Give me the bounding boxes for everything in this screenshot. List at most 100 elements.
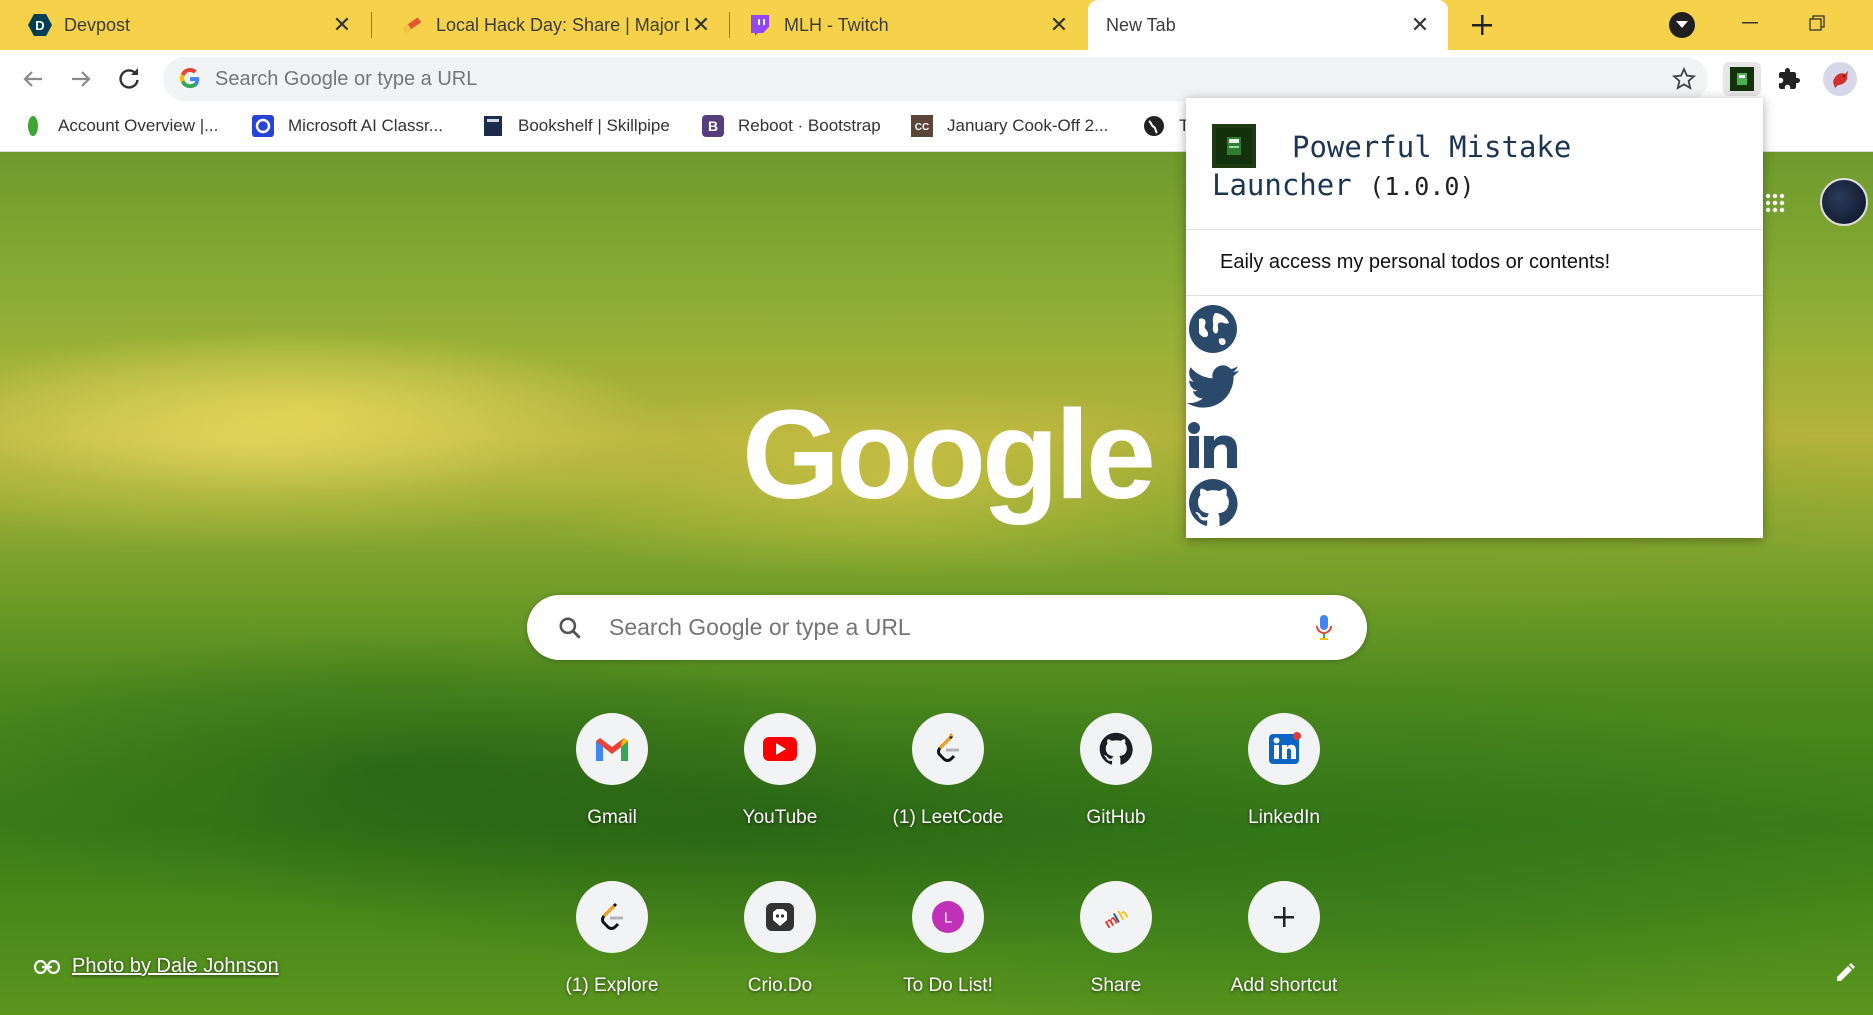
shortcut-todo-list[interactable]: L To Do List! (883, 881, 1013, 1015)
linkedin-icon (1269, 732, 1301, 764)
twitter-link[interactable] (1186, 358, 1240, 416)
shortcut-icon-circle (576, 713, 648, 785)
svg-text:B: B (708, 118, 718, 134)
plus-icon (1274, 907, 1294, 927)
shortcut-label: Crio.Do (747, 975, 813, 996)
omnibox[interactable] (163, 57, 1708, 101)
shortcut-gmail[interactable]: Gmail (547, 713, 677, 853)
forward-arrow-icon (72, 71, 91, 87)
apps-grid-icon (1765, 193, 1785, 213)
tab-strip: D Devpost ✕ Local Hack Day: Share | Majo… (0, 0, 1873, 50)
restore-icon (1809, 15, 1825, 31)
google-logo: Google (742, 384, 1152, 525)
bookmark-bootstrap[interactable]: B Reboot · Bootstrap (702, 112, 881, 140)
tab-title: Devpost (64, 14, 131, 35)
plus-icon (1472, 15, 1492, 35)
forward-button[interactable] (64, 62, 98, 96)
popup-title-line1: Powerful Mistake (1292, 130, 1572, 164)
shortcut-youtube[interactable]: YouTube (715, 713, 845, 853)
google-apps-button[interactable] (1762, 190, 1788, 216)
avatar-letter: L (944, 910, 952, 927)
shortcut-github[interactable]: GitHub (1051, 713, 1181, 853)
bookmark-label: Account Overview |... (58, 116, 219, 135)
popup-links (1186, 296, 1763, 532)
profile-avatar-button[interactable] (1823, 62, 1857, 96)
leetcode-icon (937, 732, 959, 762)
leaf-icon (22, 115, 44, 137)
shortcut-leetcode[interactable]: (1) LeetCode (883, 713, 1013, 853)
shortcut-label: Share (1090, 975, 1142, 996)
mlh-icon: mlh (1101, 905, 1130, 931)
shortcut-label: Gmail (587, 807, 637, 828)
microsoft-ai-icon (252, 115, 274, 137)
website-link[interactable] (1186, 300, 1240, 358)
shortcut-icon-circle (1248, 881, 1320, 953)
shortcut-icon-circle (744, 881, 816, 953)
launcher-logo-icon (1730, 67, 1754, 91)
shortcut-linkedin[interactable]: LinkedIn (1219, 713, 1349, 853)
omnibox-input[interactable] (215, 67, 1575, 91)
back-button[interactable] (16, 62, 50, 96)
linkedin-icon (1188, 422, 1237, 468)
codechef-icon: CC (911, 115, 933, 137)
minimize-icon (1742, 22, 1758, 24)
tab-title: New Tab (1106, 14, 1176, 35)
puzzle-icon (1779, 68, 1800, 89)
extensions-button[interactable] (1774, 64, 1804, 94)
tab-mlh-twitch[interactable]: MLH - Twitch ✕ (720, 0, 1087, 50)
bootstrap-icon: B (702, 115, 724, 137)
reload-button[interactable] (112, 62, 146, 96)
shortcut-share[interactable]: mlh Share (1051, 881, 1181, 1015)
customize-button[interactable] (1832, 960, 1858, 986)
github-link[interactable] (1186, 474, 1240, 532)
restore-button[interactable] (1802, 8, 1832, 38)
shortcut-icon-circle (912, 713, 984, 785)
close-tab-icon[interactable]: ✕ (1408, 12, 1432, 37)
github-icon (1189, 479, 1238, 526)
pencil-icon (1837, 963, 1855, 981)
microphone-icon[interactable] (1311, 613, 1337, 643)
shortcut-add[interactable]: Add shortcut (1219, 881, 1349, 1015)
minimize-button[interactable] (1735, 8, 1765, 38)
close-tab-icon[interactable]: ✕ (689, 12, 713, 37)
bookmark-codechef[interactable]: CC January Cook-Off 2... (911, 112, 1108, 140)
shortcut-icon-circle: L (912, 881, 984, 953)
powerful-mistake-launcher-extension-button[interactable] (1723, 62, 1761, 96)
popup-title-line2: Launcher (1212, 168, 1352, 202)
bookmark-skillpipe[interactable]: Bookshelf | Skillpipe (482, 112, 670, 140)
tab-devpost[interactable]: D Devpost ✕ (0, 0, 370, 50)
new-tab-button[interactable] (1465, 8, 1499, 42)
ntp-search-box[interactable] (527, 595, 1367, 660)
bookmark-microsoft-ai[interactable]: Microsoft AI Classr... (252, 112, 443, 140)
google-account-avatar[interactable] (1820, 178, 1868, 226)
tab-local-hack-day[interactable]: Local Hack Day: Share | Major League Hac… (372, 0, 729, 50)
background-photo (0, 332, 700, 552)
shortcut-crio[interactable]: Crio.Do (715, 881, 845, 1015)
ntp-search-input[interactable] (609, 614, 1289, 641)
bookmark-label: January Cook-Off 2... (947, 116, 1109, 135)
back-arrow-icon (23, 71, 42, 87)
letter-avatar-icon: L (932, 901, 964, 933)
bookmark-label: Reboot · Bootstrap (738, 116, 881, 135)
globe-icon (1189, 305, 1237, 353)
close-tab-icon[interactable]: ✕ (1047, 12, 1071, 37)
bookmark-globe[interactable]: T (1143, 112, 1189, 140)
linkedin-link[interactable] (1186, 416, 1240, 474)
leetcode-icon (601, 902, 623, 930)
shortcut-icon-circle: mlh (1080, 881, 1152, 953)
shortcut-icon-circle (744, 713, 816, 785)
bookmark-star-button[interactable] (1670, 65, 1698, 93)
shortcut-label: Add shortcut (1230, 975, 1338, 996)
google-g-icon (179, 68, 200, 89)
shortcut-explore[interactable]: (1) Explore (547, 881, 677, 1015)
bookmark-label: Bookshelf | Skillpipe (518, 116, 670, 135)
shortcut-label: (1) LeetCode (892, 807, 1004, 828)
shortcut-icon-circle (576, 881, 648, 953)
bookmark-account-overview[interactable]: Account Overview |... (22, 112, 218, 140)
cardinal-bird-icon (1833, 71, 1848, 88)
photo-credit-link[interactable]: Photo by Dale Johnson (72, 955, 279, 978)
tab-new-tab[interactable]: New Tab ✕ (1088, 0, 1448, 50)
tab-search-button[interactable] (1669, 12, 1695, 38)
shortcut-icon-circle (1080, 713, 1152, 785)
close-tab-icon[interactable]: ✕ (330, 12, 354, 37)
